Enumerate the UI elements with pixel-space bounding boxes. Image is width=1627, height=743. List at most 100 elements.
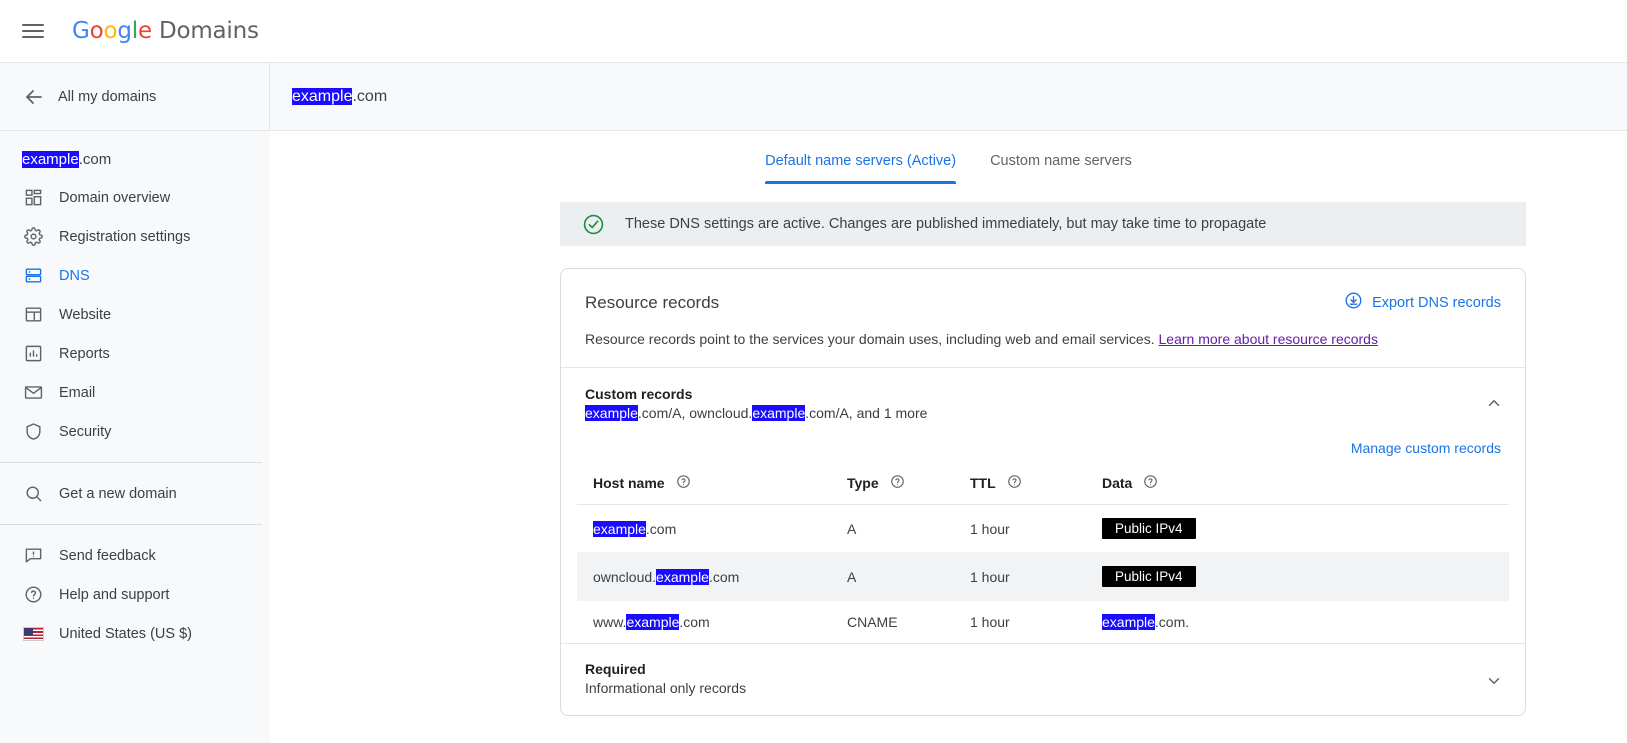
sidebar-item-reports[interactable]: Reports <box>0 334 270 373</box>
manage-records-row: Manage custom records <box>561 421 1525 456</box>
sidebar-item-label: DNS <box>59 267 90 284</box>
hamburger-menu-icon[interactable] <box>22 19 46 43</box>
sidebar-domain-suffix: .com <box>78 151 112 168</box>
column-label: Type <box>847 475 879 491</box>
manage-custom-records-link[interactable]: Manage custom records <box>1351 440 1501 456</box>
export-dns-records-button[interactable]: Export DNS records <box>1344 291 1501 314</box>
envelope-icon <box>22 382 44 404</box>
website-layout-icon <box>22 304 44 326</box>
app-header: Google Domains <box>0 0 1627 63</box>
table-body: example.com A 1 hour Public IPv4 ownclou… <box>577 504 1509 644</box>
table-row: www.example.com CNAME 1 hour example.com… <box>577 601 1509 644</box>
tab-default-name-servers[interactable]: Default name servers (Active) <box>765 153 956 184</box>
cell-type: A <box>847 552 970 601</box>
required-records-subtitle: Informational only records <box>585 680 747 696</box>
host-suffix: .com <box>645 520 677 537</box>
help-circle-icon[interactable] <box>890 474 905 492</box>
page-title: example.com <box>270 87 388 106</box>
custom-records-table: Host name Type TTL Data example.com A 1 … <box>577 474 1509 643</box>
help-circle-icon[interactable] <box>1007 474 1022 492</box>
card-title: Resource records <box>585 292 720 312</box>
redacted-data-badge: Public IPv4 <box>1102 566 1196 587</box>
cell-ttl: 1 hour <box>970 504 1102 553</box>
redacted-data-badge: Public IPv4 <box>1102 518 1196 539</box>
domain-subheader: All my domains example.com <box>0 63 1627 131</box>
download-circle-icon <box>1344 291 1363 314</box>
summary-suffix: .com/A, and 1 more <box>805 405 928 421</box>
host-selected: example <box>656 568 709 585</box>
learn-more-link[interactable]: Learn more about resource records <box>1159 331 1378 347</box>
cell-type: CNAME <box>847 614 898 630</box>
table-row: example.com A 1 hour Public IPv4 <box>577 504 1509 553</box>
sidebar-item-send-feedback[interactable]: Send feedback <box>0 536 270 575</box>
cell-data: Public IPv4 <box>1102 552 1509 601</box>
back-to-all-domains[interactable]: All my domains <box>0 63 270 130</box>
cell-host-name: www.example.com <box>577 601 847 644</box>
sidebar-item-label: Help and support <box>59 586 170 603</box>
summary-selected-1: example <box>585 405 638 421</box>
cell-ttl: 1 hour <box>970 552 1102 601</box>
bar-chart-icon <box>22 343 44 365</box>
domain-name-selected: example <box>292 87 353 105</box>
back-label: All my domains <box>58 88 157 105</box>
sidebar-item-security[interactable]: Security <box>0 412 270 451</box>
sidebar-item-domain-overview[interactable]: Domain overview <box>0 178 270 217</box>
arrow-left-icon[interactable] <box>22 85 46 109</box>
column-header-data: Data <box>1102 474 1509 505</box>
main-content: Default name servers (Active) Custom nam… <box>270 131 1627 743</box>
feedback-icon <box>22 545 44 567</box>
export-dns-records-label: Export DNS records <box>1372 294 1501 311</box>
host-prefix: owncloud. <box>593 568 657 585</box>
dns-server-icon <box>22 265 44 287</box>
host-prefix: www. <box>593 614 627 630</box>
table-header-row: Host name Type TTL Data <box>577 474 1509 505</box>
column-label: TTL <box>970 475 996 491</box>
column-header-type: Type <box>847 474 970 505</box>
chevron-up-icon[interactable] <box>1485 394 1503 417</box>
sidebar-item-dns[interactable]: DNS <box>0 256 270 295</box>
search-icon <box>22 483 44 505</box>
tab-custom-name-servers[interactable]: Custom name servers <box>990 153 1132 184</box>
table-header: Host name Type TTL Data <box>577 474 1509 505</box>
cell-host-name: example.com <box>577 504 847 553</box>
sidebar-item-country-currency[interactable]: United States (US $) <box>0 614 270 653</box>
sidebar-item-label: Email <box>59 384 96 401</box>
sidebar-item-email[interactable]: Email <box>0 373 270 412</box>
sidebar-divider-2 <box>0 524 262 525</box>
required-records-section-header[interactable]: Required Informational only records <box>561 643 1525 715</box>
column-header-host-name: Host name <box>577 474 847 505</box>
sidebar-item-help-and-support[interactable]: Help and support <box>0 575 270 614</box>
summary-selected-2: example <box>752 405 806 421</box>
sidebar-item-label: United States (US $) <box>59 625 192 642</box>
help-circle-icon[interactable] <box>1143 474 1158 492</box>
column-header-ttl: TTL <box>970 474 1102 505</box>
resource-records-card: Resource records Export DNS records Reso… <box>560 268 1526 716</box>
table-row: owncloud.example.com A 1 hour Public IPv… <box>577 552 1509 601</box>
custom-records-summary: example.com/A, owncloud.example.com/A, a… <box>585 405 1501 421</box>
sidebar-item-label: Reports <box>59 345 110 362</box>
sidebar-divider-1 <box>0 462 262 463</box>
help-circle-icon <box>22 584 44 606</box>
sidebar-item-get-a-new-domain[interactable]: Get a new domain <box>0 474 270 513</box>
sidebar-item-registration-settings[interactable]: Registration settings <box>0 217 270 256</box>
data-suffix: .com. <box>1154 614 1190 630</box>
check-circle-icon <box>582 213 605 236</box>
column-label: Host name <box>593 475 665 491</box>
us-flag-icon <box>22 623 44 645</box>
help-circle-icon[interactable] <box>676 474 691 492</box>
card-header: Resource records Export DNS records Reso… <box>561 269 1525 368</box>
cell-host-name: owncloud.example.com <box>577 552 847 601</box>
sidebar-item-label: Website <box>59 306 112 323</box>
custom-records-section-header[interactable]: Custom records example.com/A, owncloud.e… <box>561 368 1525 421</box>
sidebar-item-website[interactable]: Website <box>0 295 270 334</box>
name-server-tabs: Default name servers (Active) Custom nam… <box>270 131 1627 184</box>
sidebar-item-label: Send feedback <box>59 547 156 564</box>
chevron-down-icon[interactable] <box>1485 672 1503 695</box>
product-name: Domains <box>158 18 259 44</box>
custom-records-title: Custom records <box>585 386 693 402</box>
host-selected: example <box>593 520 646 537</box>
sidebar-item-label: Domain overview <box>59 189 171 206</box>
cell-type: A <box>847 504 970 553</box>
sidebar-item-label: Security <box>59 423 112 440</box>
domain-suffix: .com <box>352 87 388 105</box>
